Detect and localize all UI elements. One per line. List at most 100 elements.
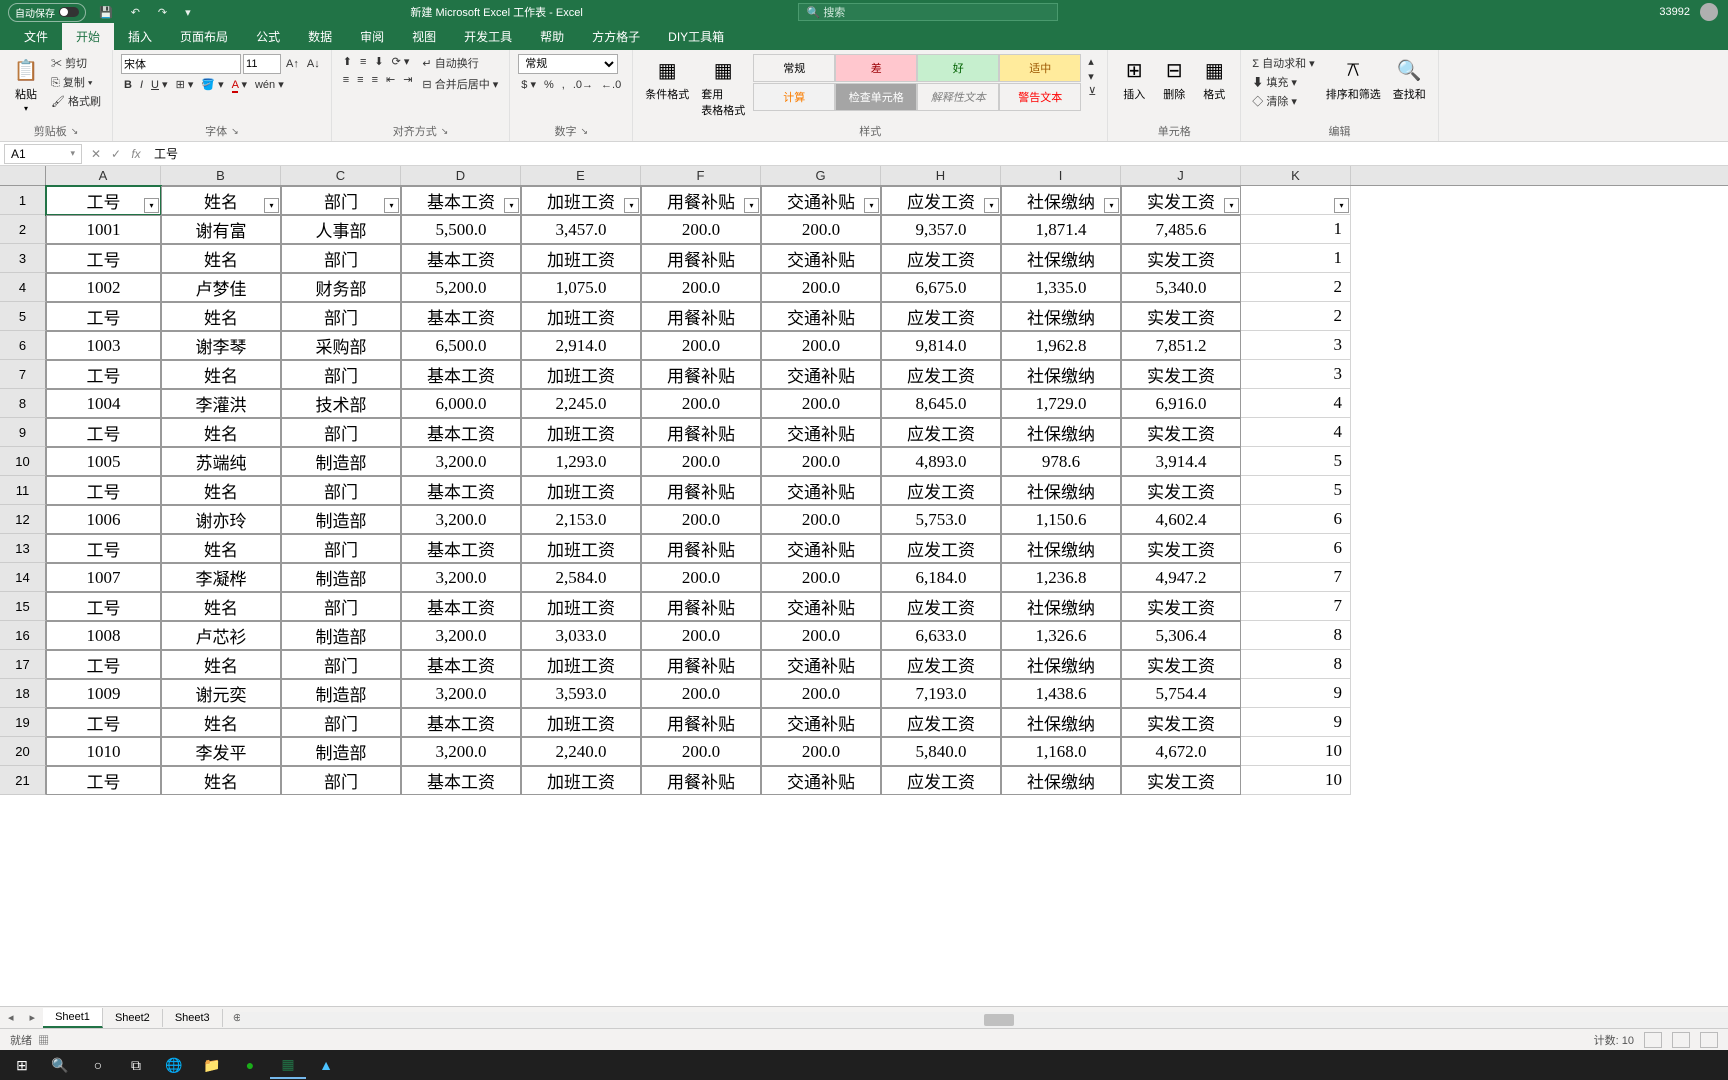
filter-dropdown-icon[interactable]: ▾ (744, 198, 759, 213)
record-macro-icon[interactable]: ▦ (38, 1035, 49, 1047)
decrease-decimal-icon[interactable]: ←.0 (598, 78, 624, 92)
cell[interactable]: 工号▾ (46, 186, 161, 215)
style-gallery-down-icon[interactable]: ▾ (1085, 69, 1099, 84)
spreadsheet-grid[interactable]: ABCDEFGHIJK 1工号▾姓名▾部门▾基本工资▾加班工资▾用餐补贴▾交通补… (0, 166, 1728, 1006)
row-header[interactable]: 17 (0, 650, 46, 679)
cell[interactable]: 用餐补贴 (641, 592, 761, 621)
cell[interactable]: 制造部 (281, 563, 401, 592)
tab-file[interactable]: 文件 (10, 23, 62, 50)
row-header[interactable]: 16 (0, 621, 46, 650)
col-header-E[interactable]: E (521, 166, 641, 185)
cell[interactable]: 1003 (46, 331, 161, 360)
cell[interactable]: 基本工资 (401, 766, 521, 795)
col-header-A[interactable]: A (46, 166, 161, 185)
cell[interactable]: 实发工资 (1121, 244, 1241, 273)
cell[interactable]: 3,593.0 (521, 679, 641, 708)
style-neutral[interactable]: 适中 (999, 54, 1081, 82)
cell[interactable]: 部门 (281, 592, 401, 621)
bold-button[interactable]: B (121, 78, 135, 92)
alignment-launcher-icon[interactable]: ↘ (441, 126, 449, 137)
col-header-B[interactable]: B (161, 166, 281, 185)
col-header-F[interactable]: F (641, 166, 761, 185)
cell[interactable]: 工号 (46, 476, 161, 505)
cell[interactable]: 基本工资 (401, 650, 521, 679)
cell[interactable]: 社保缴纳 (1001, 476, 1121, 505)
cell[interactable]: 部门▾ (281, 186, 401, 215)
cell[interactable]: 加班工资 (521, 360, 641, 389)
cell[interactable]: 社保缴纳 (1001, 360, 1121, 389)
cell[interactable]: 应发工资 (881, 476, 1001, 505)
cell[interactable]: 社保缴纳▾ (1001, 186, 1121, 215)
cell[interactable]: 姓名 (161, 360, 281, 389)
cell[interactable]: 978.6 (1001, 447, 1121, 476)
row-header[interactable]: 18 (0, 679, 46, 708)
cell[interactable]: 加班工资 (521, 244, 641, 273)
row-header[interactable]: 7 (0, 360, 46, 389)
cell[interactable]: 9,357.0 (881, 215, 1001, 244)
decrease-font-icon[interactable]: A↓ (304, 57, 323, 71)
filter-dropdown-icon[interactable]: ▾ (264, 198, 279, 213)
cell[interactable]: 200.0 (641, 505, 761, 534)
cell[interactable]: 实发工资 (1121, 766, 1241, 795)
horizontal-scrollbar[interactable] (240, 1012, 1728, 1028)
cell[interactable]: 200.0 (641, 563, 761, 592)
cell[interactable]: 200.0 (761, 273, 881, 302)
cell[interactable]: 200.0 (641, 679, 761, 708)
cell[interactable]: 5 (1241, 476, 1351, 505)
cell[interactable]: 1010 (46, 737, 161, 766)
start-button[interactable]: ⊞ (4, 1051, 40, 1079)
col-header-G[interactable]: G (761, 166, 881, 185)
cell[interactable]: 3,200.0 (401, 621, 521, 650)
cell[interactable]: 基本工资 (401, 244, 521, 273)
cell[interactable]: 6,184.0 (881, 563, 1001, 592)
number-format-select[interactable]: 常规 (518, 54, 618, 74)
phonetic-button[interactable]: wén ▾ (252, 77, 287, 92)
orientation-icon[interactable]: ⟳ ▾ (389, 54, 413, 69)
cell[interactable]: 7 (1241, 563, 1351, 592)
row-header[interactable]: 1 (0, 186, 46, 215)
row-header[interactable]: 11 (0, 476, 46, 505)
excel-task-icon[interactable]: ▦ (270, 1051, 306, 1079)
cell[interactable]: 人事部 (281, 215, 401, 244)
cell[interactable]: 谢李琴 (161, 331, 281, 360)
style-warn[interactable]: 警告文本 (999, 83, 1081, 111)
format-cells-button[interactable]: ▦格式 (1196, 54, 1232, 104)
cell[interactable]: 3,914.4 (1121, 447, 1241, 476)
cell[interactable]: 部门 (281, 360, 401, 389)
tab-formulas[interactable]: 公式 (242, 23, 294, 50)
cell[interactable]: 2 (1241, 273, 1351, 302)
autosave-toggle[interactable]: 自动保存 (8, 3, 86, 22)
cell[interactable]: 1005 (46, 447, 161, 476)
cell[interactable]: 6,916.0 (1121, 389, 1241, 418)
cell[interactable]: 实发工资 (1121, 302, 1241, 331)
cell[interactable]: 用餐补贴 (641, 360, 761, 389)
cell[interactable]: 7 (1241, 592, 1351, 621)
cell[interactable]: 社保缴纳 (1001, 534, 1121, 563)
cell[interactable]: 用餐补贴 (641, 534, 761, 563)
col-header-J[interactable]: J (1121, 166, 1241, 185)
cell[interactable]: 1,326.6 (1001, 621, 1121, 650)
cell[interactable]: 8 (1241, 650, 1351, 679)
cell[interactable]: 6,500.0 (401, 331, 521, 360)
cell[interactable]: 3,200.0 (401, 447, 521, 476)
align-bottom-icon[interactable]: ⬇ (371, 54, 386, 69)
cell[interactable]: 1,293.0 (521, 447, 641, 476)
merge-button[interactable]: ⊟ 合并后居中 ▾ (419, 75, 501, 93)
cell[interactable]: 10 (1241, 737, 1351, 766)
cell[interactable]: 部门 (281, 766, 401, 795)
tab-help[interactable]: 帮助 (526, 23, 578, 50)
cell[interactable]: 交通补贴 (761, 592, 881, 621)
align-left-icon[interactable]: ≡ (340, 73, 352, 87)
cell[interactable]: 用餐补贴 (641, 650, 761, 679)
indent-increase-icon[interactable]: ⇥ (400, 72, 415, 87)
cell[interactable]: 姓名 (161, 708, 281, 737)
cell[interactable]: 加班工资 (521, 766, 641, 795)
cell[interactable]: 加班工资 (521, 650, 641, 679)
row-header[interactable]: 4 (0, 273, 46, 302)
tab-view[interactable]: 视图 (398, 23, 450, 50)
cell[interactable]: 7,485.6 (1121, 215, 1241, 244)
cell[interactable]: 部门 (281, 476, 401, 505)
cell[interactable]: 用餐补贴 (641, 418, 761, 447)
cell[interactable]: 交通补贴 (761, 534, 881, 563)
cell[interactable]: 3,200.0 (401, 679, 521, 708)
